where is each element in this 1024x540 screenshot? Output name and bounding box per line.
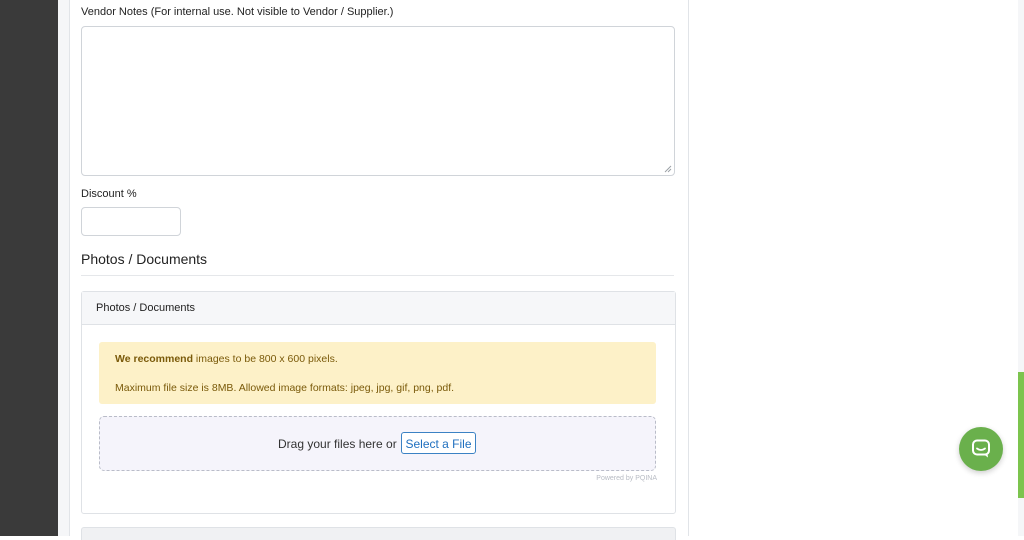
scrollbar-thumb[interactable]	[1018, 372, 1024, 498]
vendor-notes-label: Vendor Notes (For internal use. Not visi…	[81, 6, 394, 18]
alert-line-2: Maximum file size is 8MB. Allowed image …	[115, 382, 455, 394]
left-gutter	[0, 0, 58, 536]
photos-panel: Photos / Documents We recommend images t…	[81, 291, 676, 514]
dropzone-prompt: Drag your files here or	[278, 437, 397, 451]
select-file-button[interactable]: Select a File	[401, 432, 476, 454]
vendor-notes-textarea[interactable]	[81, 26, 675, 176]
discount-label: Discount %	[81, 188, 137, 200]
chat-icon	[972, 439, 990, 458]
resize-grip-icon[interactable]	[664, 165, 672, 173]
chat-launcher-button[interactable]	[959, 427, 1003, 471]
powered-by-label: Powered by PQINA	[596, 475, 657, 482]
alert-line-1: We recommend images to be 800 x 600 pixe…	[115, 353, 338, 365]
alert-line-1-text: images to be 800 x 600 pixels.	[193, 353, 338, 365]
discount-input[interactable]	[81, 207, 181, 236]
photos-panel-header-label: Photos / Documents	[96, 302, 196, 314]
next-panel-header	[81, 527, 676, 540]
photos-section-title: Photos / Documents	[81, 251, 208, 267]
image-recommendation-alert: We recommend images to be 800 x 600 pixe…	[99, 342, 656, 404]
section-divider	[81, 275, 674, 276]
photos-panel-header: Photos / Documents	[82, 292, 675, 325]
alert-emphasis: We recommend	[115, 353, 193, 365]
file-dropzone[interactable]: Drag your files here or Select a File	[99, 416, 656, 471]
